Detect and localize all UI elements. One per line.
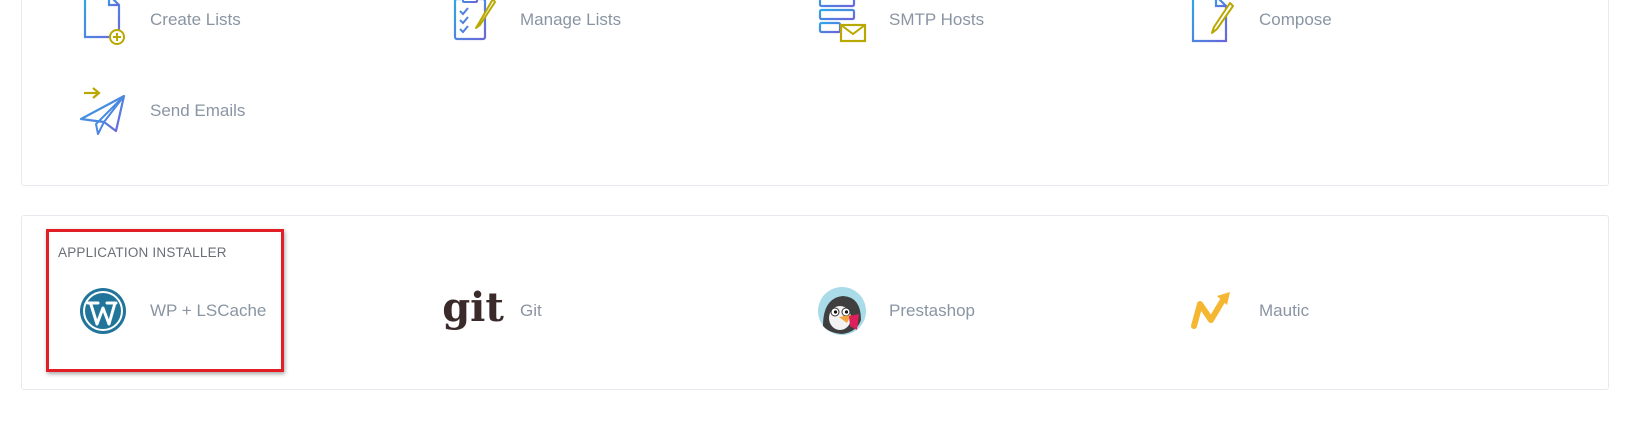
compose-label: Compose [1259, 10, 1332, 29]
wp-lscache-label: WP + LSCache [150, 301, 267, 320]
create-lists-item[interactable]: Create Lists [76, 0, 241, 47]
smtp-hosts-icon [815, 0, 869, 47]
send-emails-item[interactable]: Send Emails [76, 84, 245, 138]
manage-list-icon [446, 0, 500, 47]
git-item[interactable]: git Git [442, 284, 542, 338]
send-email-icon [76, 84, 130, 138]
section-title: APPLICATION INSTALLER [58, 245, 227, 260]
wordpress-icon [76, 284, 130, 338]
git-icon: git [442, 284, 504, 338]
smtp-hosts-label: SMTP Hosts [889, 10, 985, 29]
manage-lists-item[interactable]: Manage Lists [446, 0, 621, 47]
send-emails-label: Send Emails [150, 101, 246, 120]
email-marketing-panel: Create Lists Manage Lists SMTP Hosts Com… [21, 0, 1609, 186]
application-installer-panel: APPLICATION INSTALLER WP + LSCache git G… [21, 215, 1609, 390]
smtp-hosts-item[interactable]: SMTP Hosts [815, 0, 984, 47]
prestashop-icon [815, 284, 869, 338]
wp-lscache-item[interactable]: WP + LSCache [76, 284, 266, 338]
git-label: Git [520, 301, 542, 320]
prestashop-label: Prestashop [889, 301, 975, 320]
compose-icon [1185, 0, 1239, 47]
prestashop-item[interactable]: Prestashop [815, 284, 975, 338]
mautic-item[interactable]: Mautic [1185, 284, 1309, 338]
mautic-icon [1185, 284, 1239, 338]
git-logo-text: git [442, 284, 504, 331]
manage-lists-label: Manage Lists [520, 10, 622, 29]
create-lists-label: Create Lists [150, 10, 241, 29]
create-list-icon [76, 0, 130, 47]
mautic-label: Mautic [1259, 301, 1310, 320]
compose-item[interactable]: Compose [1185, 0, 1332, 47]
